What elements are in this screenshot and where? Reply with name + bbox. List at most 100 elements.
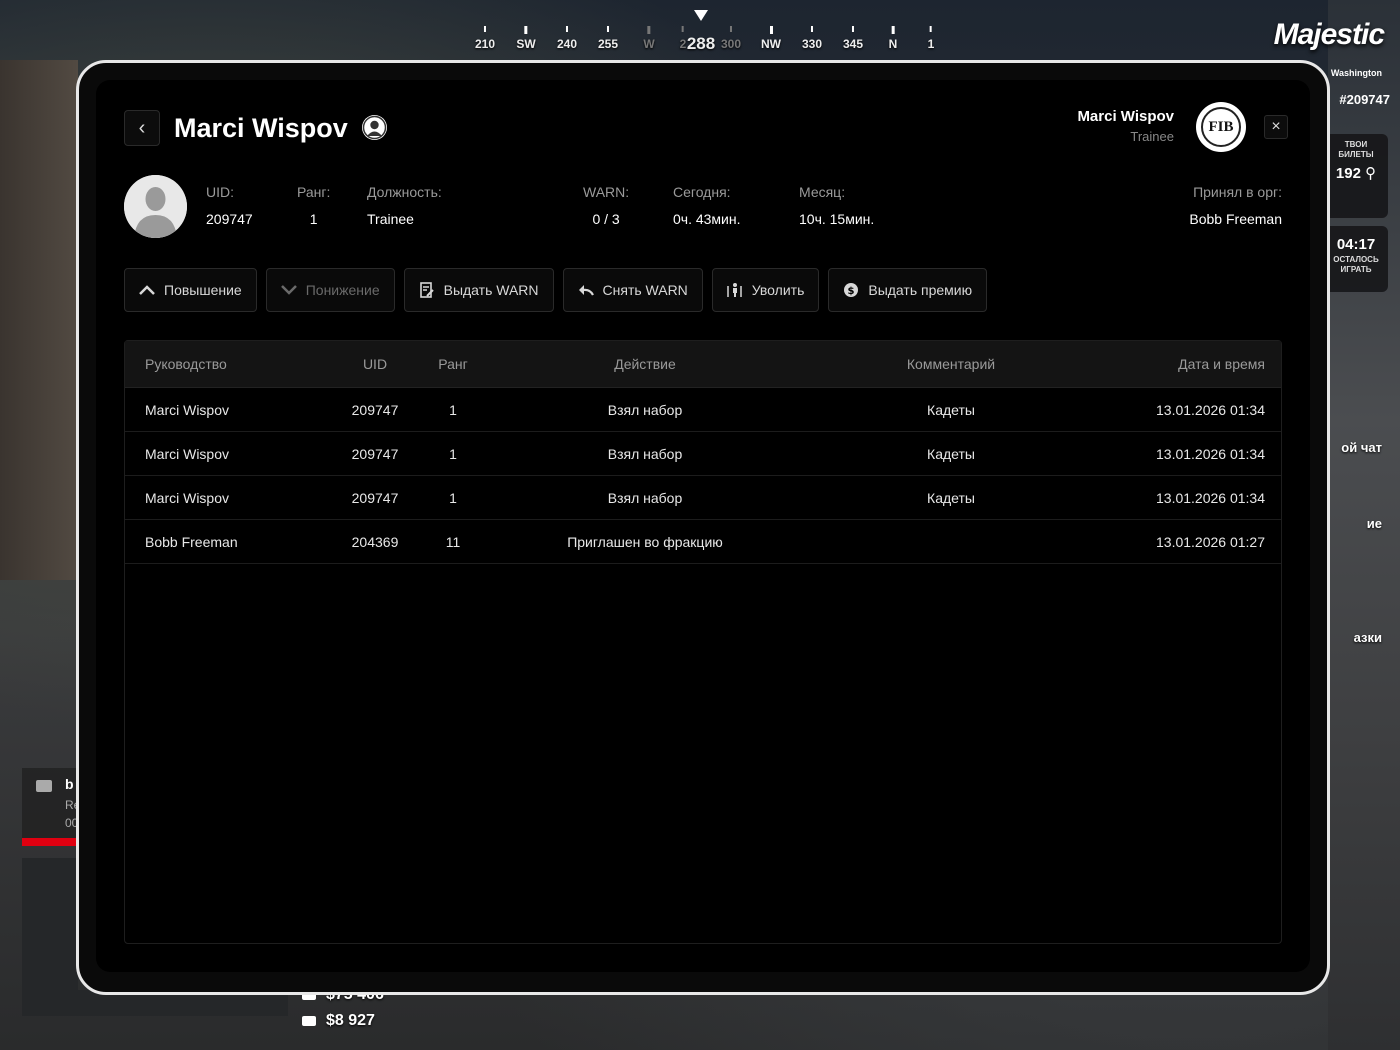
cell-rank: 11 <box>445 533 461 550</box>
current-user-name: Marci Wispov <box>1077 108 1174 125</box>
hud-menu-item[interactable]: ие <box>1367 516 1382 531</box>
cell-action: Взял набор <box>607 489 683 506</box>
table-header: Руководство UID Ранг Действие Комментари… <box>125 341 1281 388</box>
compass-marker-icon <box>694 10 708 21</box>
voice-text: b <box>65 776 74 792</box>
fire-button[interactable]: Уволить <box>711 268 820 312</box>
cell-action: Приглашен во фракцию <box>567 533 723 550</box>
give-warn-button[interactable]: Выдать WARN <box>403 268 554 312</box>
info-uid: UID: 209747 <box>206 184 253 227</box>
info-value: 10ч. 15мин. <box>799 211 875 227</box>
cell-datetime: 13.01.2026 01:27 <box>1156 533 1265 550</box>
voice-box: b Re 00 <box>22 768 80 838</box>
column-header: Ранг <box>438 356 468 372</box>
cell-datetime: 13.01.2026 01:34 <box>1156 489 1265 506</box>
info-value: Trainee <box>367 211 414 227</box>
cell-datetime: 13.01.2026 01:34 <box>1156 401 1265 418</box>
info-label: Принял в орг: <box>1193 184 1282 200</box>
chevron-down-icon <box>280 282 297 298</box>
demote-button[interactable]: Понижение <box>265 268 395 312</box>
server-name: Washington <box>1330 68 1382 78</box>
info-label: Должность: <box>367 184 442 200</box>
back-button[interactable]: ‹ <box>124 110 160 146</box>
cell-rank: 1 <box>449 401 457 418</box>
close-button[interactable]: × <box>1264 115 1288 139</box>
camera-icon <box>36 780 52 792</box>
remove-warn-button[interactable]: Снять WARN <box>562 268 703 312</box>
table-row: Marci Wispov 209747 1 Взял набор Кадеты … <box>125 388 1281 432</box>
info-label: Сегодня: <box>673 184 731 200</box>
hud-menu-chat[interactable]: ой чат <box>1341 440 1382 455</box>
info-value: 0 / 3 <box>592 211 620 227</box>
faction-member-panel: ‹ Marci Wispov Marci Wispov Trainee FIB … <box>96 80 1310 972</box>
info-value: Bobb Freeman <box>1189 211 1282 227</box>
info-today: Сегодня: 0ч. 43мин. <box>673 184 741 227</box>
info-warn: WARN: 0 / 3 <box>583 184 629 227</box>
compass-tick: 300 <box>721 26 741 51</box>
info-accepted-by: Принял в орг: Bobb Freeman <box>1189 184 1282 227</box>
compass: 210 SW 240 255 W 2 288 300 NW 330 345 N … <box>465 0 955 60</box>
user-icon <box>362 115 387 140</box>
compass-tick: NW <box>761 26 781 51</box>
cell-uid: 209747 <box>351 489 399 506</box>
exit-person-icon <box>727 282 743 298</box>
column-header: Комментарий <box>906 356 996 372</box>
document-edit-icon <box>419 282 435 298</box>
demote-label: Понижение <box>305 282 380 298</box>
tickets-card: ТВОИ БИЛЕТЫ 192 ⚲ <box>1324 134 1388 218</box>
tickets-label: ТВОИ <box>1344 140 1368 149</box>
timer-value: 04:17 <box>1336 236 1376 253</box>
money-bank: $8 927 <box>302 1012 375 1030</box>
cell-uid: 209747 <box>351 445 399 462</box>
info-label: Месяц: <box>799 184 846 200</box>
cell-rank: 1 <box>449 489 457 506</box>
money-bank-value: $8 927 <box>326 1012 375 1029</box>
timer-card: 04:17 ОСТАЛОСЬ ИГРАТЬ <box>1324 226 1388 292</box>
cell-manager: Marci Wispov <box>145 445 230 462</box>
tablet-frame: ‹ Marci Wispov Marci Wispov Trainee FIB … <box>76 60 1330 995</box>
column-header: Руководство <box>145 356 227 372</box>
compass-tick: N <box>889 26 898 51</box>
current-user-rank: Trainee <box>1130 129 1174 144</box>
svg-text:$: $ <box>848 286 855 297</box>
fire-label: Уволить <box>751 282 805 298</box>
compass-heading: 288 <box>686 34 716 53</box>
compass-tick: 240 <box>557 26 577 51</box>
info-rank: Ранг: 1 <box>297 184 330 227</box>
info-month: Месяц: 10ч. 15мин. <box>799 184 874 227</box>
fib-seal-icon: FIB <box>1196 102 1246 152</box>
info-label: UID: <box>206 184 234 200</box>
cell-uid: 204369 <box>351 533 399 550</box>
column-header: Действие <box>614 356 676 372</box>
cell-manager: Marci Wispov <box>145 401 230 418</box>
cell-action: Взял набор <box>607 401 683 418</box>
cell-comment: Кадеты <box>927 445 975 462</box>
minimap <box>22 858 78 1016</box>
card-icon <box>302 1015 316 1026</box>
compass-tick: W <box>643 26 654 51</box>
reply-arrow-icon <box>578 282 594 298</box>
table-row: Marci Wispov 209747 1 Взял набор Кадеты … <box>125 432 1281 476</box>
seal-text: FIB <box>1201 107 1241 147</box>
promote-button[interactable]: Повышение <box>124 268 257 312</box>
info-value: 209747 <box>206 211 253 227</box>
page-title: Marci Wispov <box>174 113 348 143</box>
timer-label: ИГРАТЬ <box>1340 265 1372 274</box>
column-header: Дата и время <box>1178 356 1265 372</box>
info-value: 0ч. 43мин. <box>673 211 741 227</box>
coin-icon: $ <box>843 282 859 298</box>
info-value: 1 <box>309 211 318 227</box>
tickets-label: БИЛЕТЫ <box>1338 150 1374 159</box>
history-table: Руководство UID Ранг Действие Комментари… <box>124 340 1282 944</box>
cell-rank: 1 <box>449 445 457 462</box>
give-bonus-button[interactable]: $ Выдать премию <box>828 268 988 312</box>
compass-tick: 1 <box>928 26 935 51</box>
cell-action: Взял набор <box>607 445 683 462</box>
cell-datetime: 13.01.2026 01:34 <box>1156 445 1265 462</box>
compass-tick: 345 <box>843 26 863 51</box>
background-building <box>0 60 78 580</box>
avatar <box>124 175 187 238</box>
compass-tick: 210 <box>475 26 495 51</box>
hud-menu-hints[interactable]: азки <box>1354 630 1382 645</box>
compass-tick: 2 <box>680 26 687 51</box>
